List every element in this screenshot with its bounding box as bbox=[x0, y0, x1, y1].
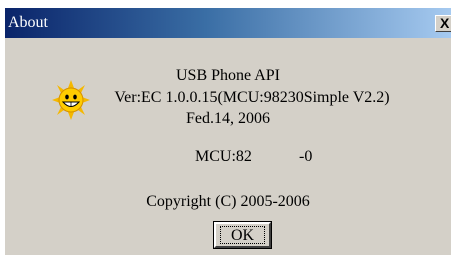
copyright-text: Copyright (C) 2005-2006 bbox=[146, 193, 310, 210]
mcu-label: MCU:82 bbox=[195, 148, 252, 165]
dialog-title: About bbox=[8, 14, 48, 31]
close-button[interactable]: X bbox=[435, 15, 451, 32]
build-date: Fed.14, 2006 bbox=[186, 110, 270, 127]
version-text: Ver:EC 1.0.0.15(MCU:98230Simple V2.2) bbox=[114, 89, 390, 106]
mcu-value: -0 bbox=[299, 148, 313, 165]
title-bar[interactable]: About X bbox=[5, 8, 451, 38]
ok-button[interactable]: OK bbox=[213, 221, 272, 249]
about-dialog: About X USB Phone API Ver:EC 1.0.0.15(MC… bbox=[5, 8, 451, 255]
close-icon: X bbox=[440, 15, 450, 31]
product-name: USB Phone API bbox=[175, 67, 281, 84]
ok-button-label: OK bbox=[220, 226, 265, 244]
